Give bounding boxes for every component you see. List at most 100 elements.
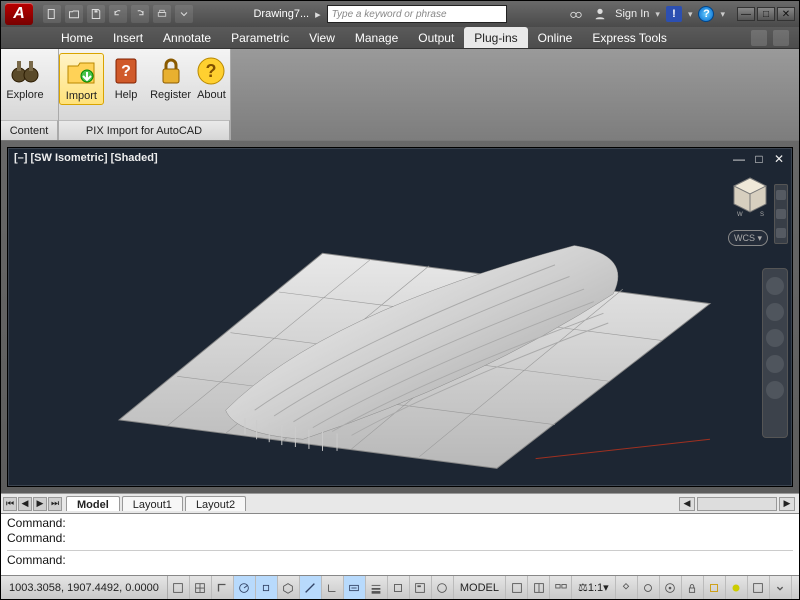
coordinates-readout[interactable]: 1003.3058, 1907.4492, 0.0000	[1, 576, 168, 599]
drawing-viewport[interactable]: [–] [SW Isometric] [Shaded] — □ ✕	[7, 147, 793, 487]
qat-dropdown-icon[interactable]	[175, 5, 193, 23]
sb-hardware-icon[interactable]	[704, 576, 726, 599]
osnap-toggle-icon[interactable]	[256, 576, 278, 599]
otrack-toggle-icon[interactable]	[300, 576, 322, 599]
sb-isolate-icon[interactable]	[726, 576, 748, 599]
maximize-button[interactable]: □	[757, 7, 775, 21]
layout-tab-layout2[interactable]: Layout2	[185, 496, 246, 511]
tab-home[interactable]: Home	[51, 27, 103, 48]
tab-express[interactable]: Express Tools	[582, 27, 676, 48]
layout-tab-model[interactable]: Model	[66, 496, 120, 511]
folder-import-icon	[65, 56, 97, 88]
ribbon-extra-1-icon[interactable]	[751, 30, 767, 46]
nav-pan-icon[interactable]	[766, 303, 784, 321]
view-label[interactable]: [–] [SW Isometric] [Shaded]	[14, 152, 158, 164]
tab-view[interactable]: View	[299, 27, 345, 48]
register-button[interactable]: Register	[148, 53, 193, 103]
import-button[interactable]: Import	[59, 53, 104, 105]
tab-output[interactable]: Output	[408, 27, 464, 48]
qat-new-icon[interactable]	[43, 5, 61, 23]
viewport-minimize-icon[interactable]: —	[732, 152, 746, 166]
tpy-toggle-icon[interactable]	[388, 576, 410, 599]
qat-save-icon[interactable]	[87, 5, 105, 23]
nav-zoom-icon[interactable]	[766, 329, 784, 347]
layout-prev-icon[interactable]: ◀	[18, 497, 32, 511]
hscroll-left-icon[interactable]: ◀	[679, 497, 695, 511]
qat-print-icon[interactable]	[153, 5, 171, 23]
command-history-line: Command:	[7, 531, 793, 546]
sb-annoscale-icon[interactable]	[616, 576, 638, 599]
title-bar: A Drawing7... ▸ Type a keyword or phrase…	[1, 1, 799, 27]
nav-side-1-icon[interactable]	[776, 190, 786, 200]
tab-online[interactable]: Online	[528, 27, 583, 48]
view-cube[interactable]: W S	[726, 172, 774, 220]
layout-first-icon[interactable]: ⏮	[3, 497, 17, 511]
wcs-badge[interactable]: WCS ▾	[728, 230, 768, 246]
ducs-toggle-icon[interactable]	[322, 576, 344, 599]
tab-plugins[interactable]: Plug-ins	[464, 27, 527, 48]
model-space-toggle[interactable]: MODEL	[454, 576, 506, 599]
nav-side-2-icon[interactable]	[776, 209, 786, 219]
close-button[interactable]: ✕	[777, 7, 795, 21]
polar-toggle-icon[interactable]	[234, 576, 256, 599]
tab-manage[interactable]: Manage	[345, 27, 408, 48]
panel-content-label: Content	[1, 120, 58, 140]
minimize-button[interactable]: —	[737, 7, 755, 21]
binoculars-icon[interactable]	[567, 5, 585, 23]
binoculars-large-icon	[9, 55, 41, 87]
viewport-maximize-icon[interactable]: □	[752, 152, 766, 166]
user-icon[interactable]	[591, 5, 609, 23]
hscroll-track[interactable]	[697, 497, 777, 511]
ribbon-extra-2-icon[interactable]	[773, 30, 789, 46]
hscroll-right-icon[interactable]: ▶	[779, 497, 795, 511]
help-icon[interactable]: ?	[698, 6, 714, 22]
document-title: Drawing7...	[253, 8, 309, 20]
tab-insert[interactable]: Insert	[103, 27, 153, 48]
qp-toggle-icon[interactable]	[410, 576, 432, 599]
annotation-scale[interactable]: ⚖ 1:1 ▾	[572, 576, 616, 599]
grid-toggle-icon[interactable]	[190, 576, 212, 599]
nav-orbit-icon[interactable]	[766, 355, 784, 373]
search-input[interactable]: Type a keyword or phrase	[327, 5, 507, 23]
ortho-toggle-icon[interactable]	[212, 576, 234, 599]
sb-grid-icon[interactable]	[506, 576, 528, 599]
snap-toggle-icon[interactable]	[168, 576, 190, 599]
layout-next-icon[interactable]: ▶	[33, 497, 47, 511]
tab-parametric[interactable]: Parametric	[221, 27, 299, 48]
svg-text:?: ?	[206, 61, 217, 81]
tab-annotate[interactable]: Annotate	[153, 27, 221, 48]
sb-layout-icon[interactable]	[528, 576, 550, 599]
dyn-toggle-icon[interactable]	[344, 576, 366, 599]
about-button[interactable]: ? About	[193, 53, 230, 103]
command-window[interactable]: Command: Command: Command:	[1, 513, 799, 575]
explore-button[interactable]: Explore	[1, 53, 49, 103]
quick-access-toolbar	[43, 5, 193, 23]
nav-side-panel	[774, 184, 788, 244]
layout-tab-layout1[interactable]: Layout1	[122, 496, 183, 511]
sb-lock-icon[interactable]	[682, 576, 704, 599]
sb-tray-icon[interactable]	[770, 576, 792, 599]
sc-toggle-icon[interactable]	[432, 576, 454, 599]
sb-annovisibility-icon[interactable]	[638, 576, 660, 599]
app-logo[interactable]: A	[5, 3, 33, 25]
title-right-cluster: Sign In ▾ ! ▾ ? ▾ — □ ✕	[567, 5, 795, 23]
drawing-canvas[interactable]	[16, 168, 784, 478]
nav-wheel-icon[interactable]	[766, 277, 784, 295]
sb-clean-icon[interactable]	[748, 576, 770, 599]
qat-open-icon[interactable]	[65, 5, 83, 23]
sign-in-link[interactable]: Sign In	[615, 8, 649, 20]
lwt-toggle-icon[interactable]	[366, 576, 388, 599]
nav-side-3-icon[interactable]	[776, 228, 786, 238]
qat-redo-icon[interactable]	[131, 5, 149, 23]
help-button[interactable]: ? Help	[104, 53, 149, 103]
command-prompt[interactable]: Command:	[7, 550, 793, 568]
viewport-close-icon[interactable]: ✕	[772, 152, 786, 166]
app-window: A Drawing7... ▸ Type a keyword or phrase…	[0, 0, 800, 600]
qat-undo-icon[interactable]	[109, 5, 127, 23]
nav-showmotion-icon[interactable]	[766, 381, 784, 399]
3dosnap-toggle-icon[interactable]	[278, 576, 300, 599]
sb-ws-icon[interactable]	[660, 576, 682, 599]
sb-qv-icon[interactable]	[550, 576, 572, 599]
layout-last-icon[interactable]: ⏭	[48, 497, 62, 511]
exchange-icon[interactable]: !	[666, 6, 682, 22]
